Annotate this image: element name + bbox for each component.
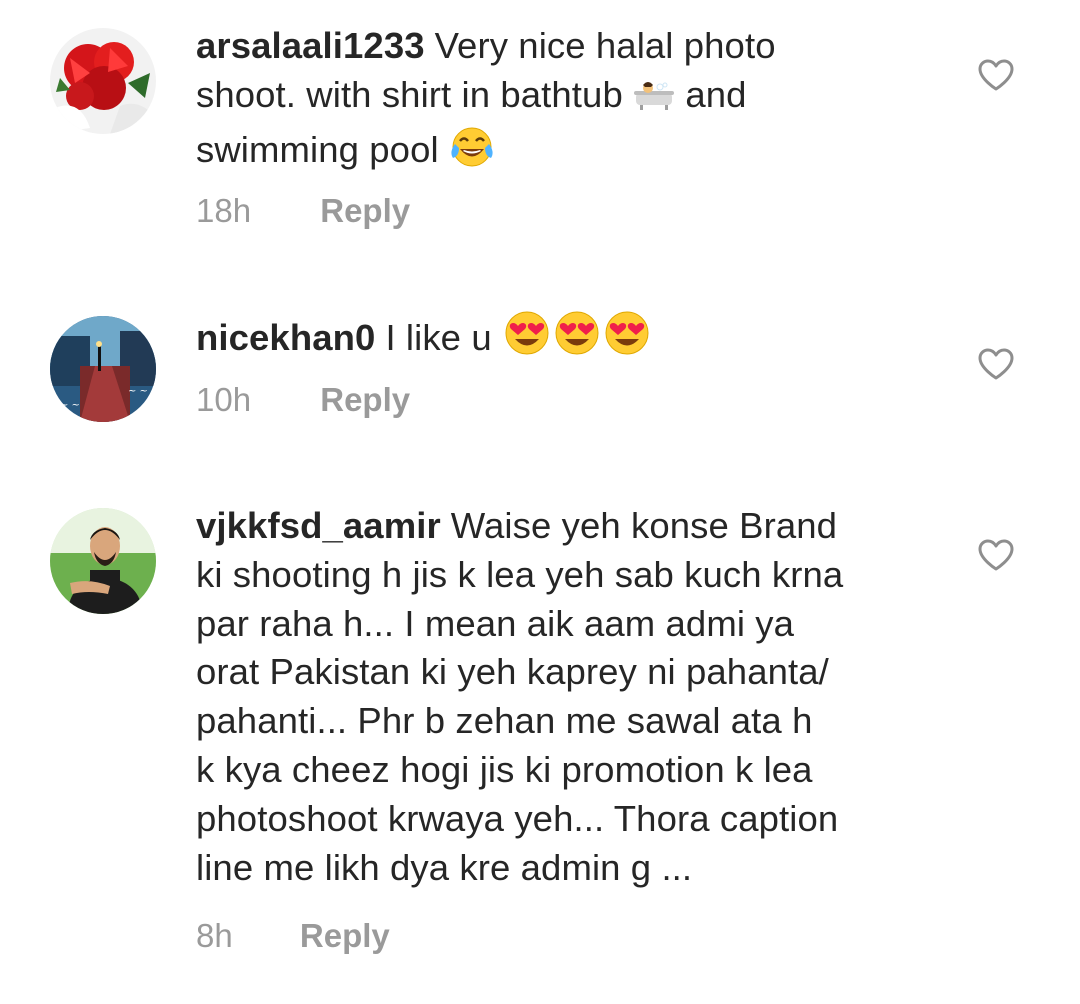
comment-text: arsalaali1233 Very nice halal photo shoot… (196, 22, 946, 180)
svg-text:~ ~: ~ ~ (128, 386, 148, 397)
comment-text-line: par raha h... I mean aik aam admi ya (196, 602, 795, 644)
comment-timestamp: 18h (196, 192, 252, 229)
comment-text: vjkkfsd_aamir Waise yeh konse Brand ki sh… (196, 502, 946, 892)
comment-username[interactable]: vjkkfsd_aamir (196, 505, 441, 546)
heart-outline-icon[interactable] (977, 538, 1015, 572)
comment-text-line: line me likh dya kre admin g ... (196, 846, 693, 888)
comment-text-line: ki shooting h jis k lea yeh sab kuch krn… (196, 553, 844, 595)
comment-username[interactable]: arsalaali1233 (196, 25, 425, 66)
heart-eyes-emoji (502, 310, 552, 369)
comment-text-line: and (685, 73, 747, 115)
heart-eyes-emoji (602, 310, 652, 369)
tears-of-joy-emoji (449, 126, 495, 181)
svg-text:~ ~: ~ ~ (60, 400, 80, 411)
avatar[interactable] (50, 508, 156, 614)
comment-text-line: photoshoot krwaya yeh... Thora caption (196, 797, 839, 839)
comment-meta: 10h Reply (196, 381, 410, 419)
heart-outline-icon[interactable] (977, 58, 1015, 92)
comment-text-line: k kya cheez hogi jis ki promotion k lea (196, 748, 813, 790)
comment-text-line: shoot. with shirt in bathtub (196, 73, 623, 115)
heart-outline-icon[interactable] (977, 347, 1015, 381)
avatar[interactable] (50, 28, 156, 134)
comment-text-line: Very nice halal photo (434, 25, 776, 66)
avatar[interactable]: ~ ~ ~ ~ (50, 316, 156, 422)
comment-meta: 18h Reply (196, 192, 410, 230)
reply-button[interactable]: Reply (320, 381, 410, 419)
bathtub-emoji (633, 77, 675, 126)
comment-text-line: I like u (385, 317, 492, 358)
comment-text-line: swimming pool (196, 128, 439, 170)
comment-meta: 8h Reply (196, 917, 390, 955)
reply-button[interactable]: Reply (320, 192, 410, 230)
comment-text: nicekhan0 I like u (196, 310, 946, 369)
comment-text-line: pahanti... Phr b zehan me sawal ata h (196, 700, 813, 742)
comment-timestamp: 10h (196, 381, 252, 418)
heart-eyes-emoji (552, 310, 602, 369)
comment-username[interactable]: nicekhan0 (196, 317, 375, 358)
comment-text-line: Waise yeh konse Brand (450, 505, 838, 546)
comment-timestamp: 8h (196, 917, 233, 954)
comment-text-line: orat Pakistan ki yeh kaprey ni pahanta/ (196, 651, 829, 693)
reply-button[interactable]: Reply (300, 917, 390, 955)
